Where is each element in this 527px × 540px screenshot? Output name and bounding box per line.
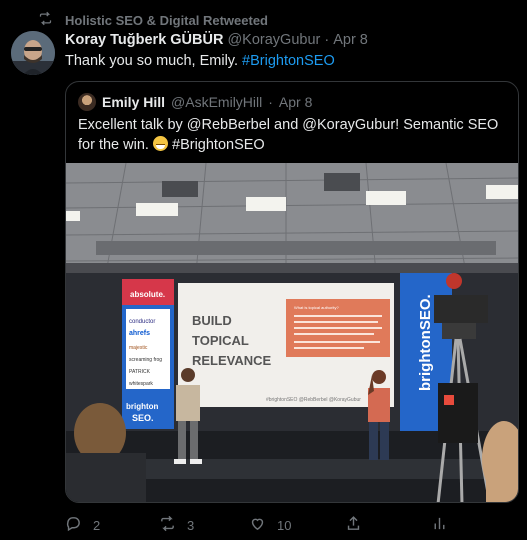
retweet-label: Holistic SEO & Digital Retweeted	[65, 12, 268, 28]
retweet-button[interactable]: 3	[159, 515, 194, 535]
quoted-header: Emily Hill @AskEmilyHill · Apr 8	[78, 93, 312, 111]
share-icon	[345, 515, 362, 535]
banner-majestic-text: majestic	[129, 345, 148, 351]
author-avatar[interactable]	[11, 31, 55, 75]
banner-sponsor-text: screaming frog	[129, 357, 162, 363]
retweet-icon	[159, 515, 176, 535]
reply-count: 2	[93, 517, 101, 533]
banner-whitespark-text: whitespark	[129, 381, 153, 387]
banner-patrick-text: PATRICK	[129, 369, 151, 375]
quoted-date[interactable]: Apr 8	[279, 94, 312, 110]
slide-panel-title: What is topical authority?	[294, 305, 339, 310]
author-name[interactable]: Koray Tuğberk GÜBÜR	[65, 32, 223, 48]
share-button[interactable]	[345, 515, 362, 535]
quoted-author-name[interactable]: Emily Hill	[102, 94, 165, 110]
separator: ·	[324, 32, 330, 48]
tweet-actions: 2 3 10	[65, 515, 519, 535]
retweet-count: 3	[187, 517, 195, 533]
slide-line-1: BUILD	[192, 313, 232, 328]
like-count: 10	[277, 517, 292, 533]
retweet-icon	[38, 11, 53, 29]
reply-button[interactable]: 2	[65, 515, 100, 535]
analytics-icon	[431, 515, 448, 535]
analytics-button[interactable]	[431, 515, 448, 535]
hashtag-link[interactable]: #BrightonSEO	[242, 53, 335, 69]
tweet-photo[interactable]: absolute. conductor ahrefs majestic scre…	[66, 163, 518, 502]
banner-right-text: brightonSEO.	[417, 294, 434, 391]
quoted-text: Excellent talk by @RebBerbel and @KorayG…	[78, 115, 514, 155]
slide-line-3: RELEVANCE	[192, 353, 272, 368]
author-handle[interactable]: @KorayGubur	[227, 32, 320, 48]
tweet-text: Thank you so much, Emily. #BrightonSEO	[65, 53, 335, 69]
slide-footer: #brightonSEO @RebBerbel @KorayGubur	[266, 397, 361, 403]
reply-icon	[65, 515, 82, 535]
quoted-hashtag[interactable]: #BrightonSEO	[172, 137, 265, 153]
tweet-body: Thank you so much, Emily.	[65, 53, 238, 69]
banner-brighton-text: brighton	[126, 402, 159, 411]
retweet-indicator[interactable]: Holistic SEO & Digital Retweeted	[38, 11, 268, 29]
quoted-author-handle[interactable]: @AskEmilyHill	[171, 94, 262, 110]
like-button[interactable]: 10	[249, 515, 291, 535]
tweet-header: Koray Tuğberk GÜBÜR @KorayGubur · Apr 8	[65, 32, 368, 48]
banner-conductor-text: conductor	[129, 319, 155, 325]
banner-ahrefs-text: ahrefs	[129, 330, 150, 337]
heart-icon	[249, 515, 266, 535]
quoted-avatar[interactable]	[78, 93, 96, 111]
quoted-tweet[interactable]: Emily Hill @AskEmilyHill · Apr 8 Excelle…	[65, 81, 519, 503]
quoted-text-line2: win.	[123, 137, 149, 153]
banner-seo-text: SEO.	[132, 413, 154, 423]
grin-emoji-icon	[152, 136, 168, 151]
slide-line-2: TOPICAL	[192, 333, 249, 348]
banner-absolute-text: absolute.	[130, 290, 165, 299]
tweet-date[interactable]: Apr 8	[333, 32, 368, 48]
separator: ·	[268, 94, 273, 110]
